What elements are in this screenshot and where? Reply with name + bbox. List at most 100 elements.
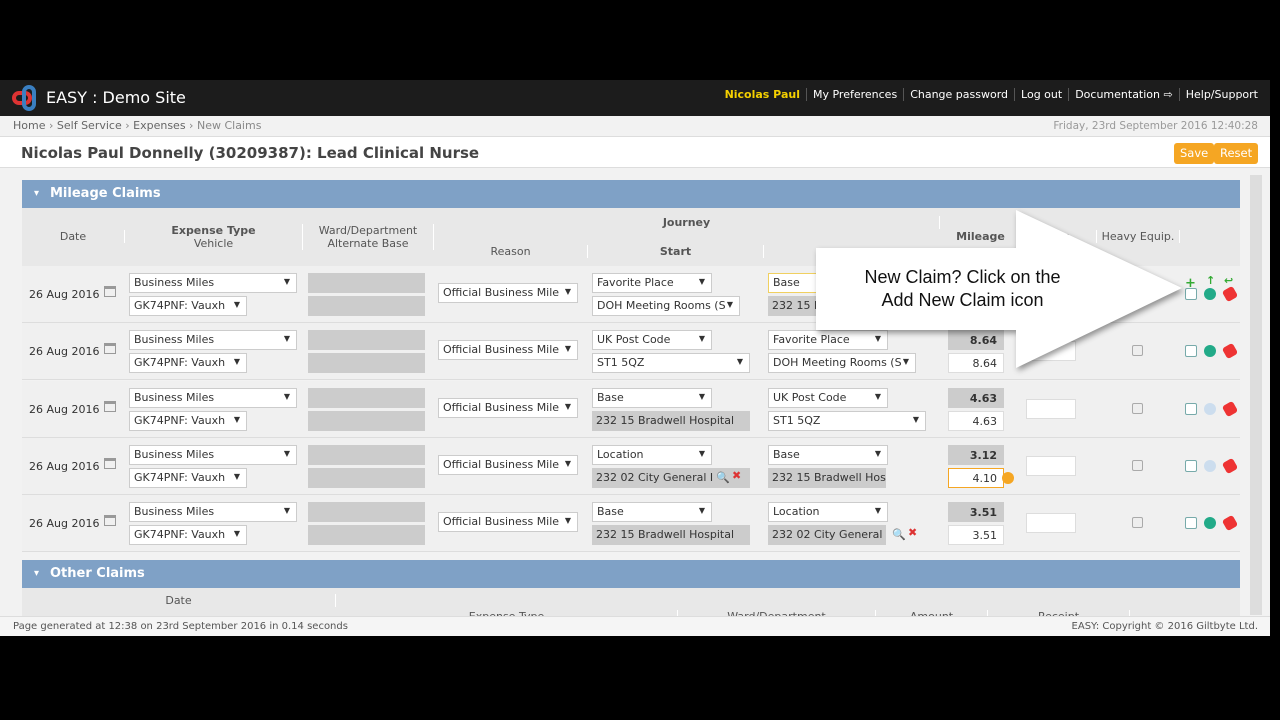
start-type-select[interactable]: Favorite Place [592, 273, 712, 293]
heavy-equip-checkbox[interactable] [1132, 402, 1143, 414]
date-value[interactable]: 26 Aug 2016 [29, 517, 99, 530]
delete-eraser-icon[interactable] [1221, 400, 1239, 417]
footer-generated: Page generated at 12:38 on 23rd Septembe… [13, 621, 348, 632]
search-icon[interactable]: 🔍 [716, 471, 730, 484]
reason-select[interactable]: Official Business Mile [438, 397, 578, 418]
nav-help[interactable]: Help/Support [1178, 88, 1264, 101]
calendar-icon[interactable] [104, 515, 116, 527]
date-value[interactable]: 26 Aug 2016 [29, 288, 99, 301]
expense-type-select[interactable]: Business Miles [129, 502, 297, 523]
nav-logout[interactable]: Log out [1014, 88, 1068, 101]
reset-button[interactable]: Reset [1214, 143, 1259, 164]
delete-eraser-icon[interactable] [1221, 285, 1239, 303]
comment-icon[interactable] [1185, 517, 1197, 530]
calendar-icon[interactable] [104, 286, 116, 297]
heavy-equip-checkbox[interactable] [1132, 517, 1143, 529]
expense-type-select[interactable]: Business Miles [129, 444, 297, 465]
passengers-input[interactable] [1026, 513, 1076, 534]
crumb-self-service[interactable]: Self Service [57, 119, 122, 132]
start-location[interactable]: ST1 5QZ [592, 353, 750, 374]
other-claims-section-header[interactable]: Other Claims [22, 560, 1240, 588]
calendar-icon[interactable] [104, 343, 116, 355]
map-globe-icon[interactable] [1204, 402, 1216, 415]
map-globe-icon[interactable] [1204, 288, 1216, 300]
crumb-current: New Claims [196, 119, 262, 132]
reason-select[interactable]: Official Business Mile [438, 512, 578, 533]
start-type-select[interactable]: Base [592, 502, 712, 523]
map-globe-icon[interactable] [1204, 345, 1216, 358]
th-expense-type: Expense Type [125, 224, 303, 237]
end-location[interactable]: ST1 5QZ [768, 410, 926, 431]
delete-eraser-icon[interactable] [1221, 343, 1239, 360]
title-bar: Nicolas Paul Donnelly (30209387): Lead C… [0, 136, 1270, 168]
clear-icon[interactable]: ✖ [908, 526, 917, 539]
reason-select[interactable]: Official Business Mile [438, 340, 578, 361]
nav-preferences[interactable]: My Preferences [805, 88, 903, 101]
move-up-icon[interactable]: ↑ [1206, 274, 1215, 287]
start-location[interactable]: 232 15 Bradwell Hospital [592, 525, 750, 546]
clear-icon[interactable]: ✖ [732, 469, 741, 482]
expense-type-select[interactable]: Business Miles [129, 387, 297, 408]
mileage-section-header[interactable]: Mileage Claims [22, 180, 1240, 208]
map-globe-icon[interactable] [1204, 459, 1216, 472]
start-type-select[interactable]: UK Post Code [592, 330, 712, 351]
end-location[interactable]: 232 02 City General I [768, 525, 886, 546]
callout-text: New Claim? Click on the Add New Claim ic… [830, 266, 1095, 312]
end-type-select[interactable]: Location [768, 502, 888, 523]
start-type-select[interactable]: Location [592, 444, 712, 465]
th-ward: Ward/Department [303, 224, 434, 237]
nav-change-password[interactable]: Change password [903, 88, 1014, 101]
vehicle-select[interactable]: GK74PNF: Vauxh [129, 410, 247, 431]
th-reason: Reason [434, 245, 588, 258]
vehicle-select[interactable]: GK74PNF: Vauxh [129, 525, 247, 546]
add-new-claim-icon[interactable]: + [1185, 276, 1196, 291]
comment-icon[interactable] [1185, 345, 1197, 358]
search-icon[interactable]: 🔍 [892, 528, 906, 541]
vehicle-select[interactable]: GK74PNF: Vauxh [129, 467, 247, 488]
vehicle-select[interactable]: GK74PNF: Vauxh [129, 353, 247, 374]
mileage-row: 26 Aug 2016 Business Miles GK74PNF: Vaux… [22, 495, 1240, 553]
ward-field [308, 502, 425, 523]
claimed-mileage[interactable]: 4.10 [948, 467, 1004, 488]
claimed-mileage[interactable]: 4.63 [948, 410, 1004, 431]
start-type-select[interactable]: Base [592, 387, 712, 408]
undo-icon[interactable]: ↩ [1224, 274, 1233, 287]
footer-copyright[interactable]: EASY: Copyright © 2016 Giltbyte Ltd. [1072, 621, 1258, 632]
heavy-equip-checkbox[interactable] [1132, 459, 1143, 471]
scrollbar[interactable] [1250, 175, 1262, 615]
crumb-expenses[interactable]: Expenses [133, 119, 185, 132]
nav-documentation[interactable]: Documentation ⇨ [1068, 88, 1179, 101]
end-type-select[interactable]: UK Post Code [768, 387, 888, 408]
passengers-input[interactable] [1026, 455, 1076, 476]
date-value[interactable]: 26 Aug 2016 [29, 403, 99, 416]
start-location[interactable]: 232 15 Bradwell Hospital [592, 410, 750, 431]
crumb-home[interactable]: Home [13, 119, 45, 132]
top-nav: Nicolas Paul My Preferences Change passw… [719, 88, 1264, 101]
reason-select[interactable]: Official Business Mile [438, 283, 578, 303]
date-value[interactable]: 26 Aug 2016 [29, 460, 99, 473]
reason-select[interactable]: Official Business Mile [438, 454, 578, 475]
nav-user[interactable]: Nicolas Paul [719, 88, 806, 101]
calendar-icon[interactable] [104, 400, 116, 412]
expense-type-select[interactable]: Business Miles [129, 330, 297, 351]
callout-line2: Add New Claim icon [881, 290, 1044, 310]
expense-type-select[interactable]: Business Miles [129, 273, 297, 293]
th-alt-base: Alternate Base [303, 237, 434, 250]
easy-logo-icon [12, 85, 36, 111]
datetime: Friday, 23rd September 2016 12:40:28 [1053, 120, 1258, 132]
calculated-mileage: 4.63 [948, 387, 1004, 408]
date-value[interactable]: 26 Aug 2016 [29, 345, 99, 358]
start-location[interactable]: DOH Meeting Rooms (S [592, 296, 740, 316]
map-globe-icon[interactable] [1204, 517, 1216, 530]
passengers-input[interactable] [1026, 398, 1076, 419]
claimed-mileage[interactable]: 3.51 [948, 525, 1004, 546]
delete-eraser-icon[interactable] [1221, 514, 1239, 532]
calendar-icon[interactable] [104, 457, 116, 469]
comment-icon[interactable] [1185, 402, 1197, 415]
comment-icon[interactable] [1185, 459, 1197, 472]
end-location[interactable]: 232 15 Bradwell Hospital [768, 467, 886, 488]
delete-eraser-icon[interactable] [1221, 457, 1239, 475]
vehicle-select[interactable]: GK74PNF: Vauxh [129, 296, 247, 316]
end-type-select[interactable]: Base [768, 444, 888, 465]
save-button[interactable]: Save [1174, 143, 1215, 164]
